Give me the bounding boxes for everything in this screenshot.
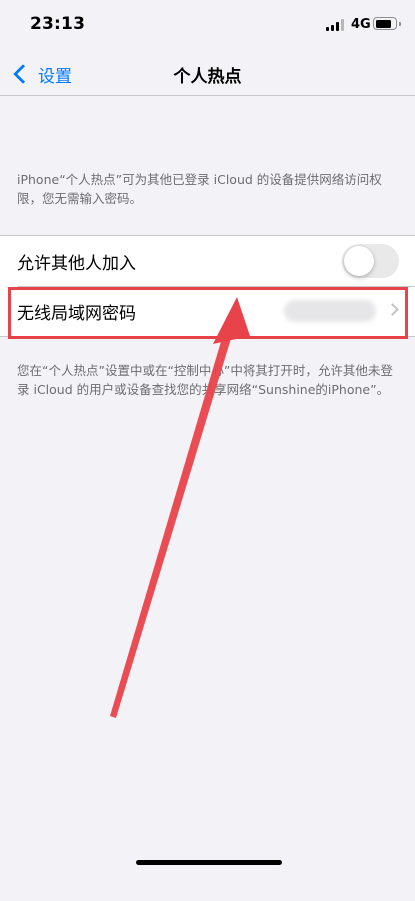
page-title: 个人热点	[173, 67, 242, 87]
annotation-arrow	[110, 297, 250, 718]
status-time: 23:13	[30, 14, 86, 34]
password-value-blurred	[284, 300, 376, 322]
allow-others-row: 允许其他人加入	[0, 236, 415, 287]
settings-group: 允许其他人加入 无线局域网密码	[0, 235, 415, 337]
home-indicator[interactable]	[136, 860, 282, 865]
battery-icon	[373, 17, 401, 30]
wifi-password-label: 无线局域网密码	[17, 303, 136, 324]
chevron-right-icon	[386, 303, 399, 316]
network-type: 4G	[351, 17, 371, 32]
status-bar: 23:13 4G	[0, 0, 415, 52]
allow-others-label: 允许其他人加入	[17, 253, 136, 274]
navigation-bar: 设置 个人热点	[0, 52, 415, 96]
screen: 23:13 4G 设置 个人热点 iPhone“个人热点”可为其他已登录 iCl…	[0, 0, 415, 901]
hotspot-description: iPhone“个人热点”可为其他已登录 iCloud 的设备提供网络访问权限，您…	[17, 172, 382, 206]
allow-others-toggle[interactable]	[342, 244, 399, 278]
toggle-knob	[344, 246, 374, 276]
cellular-signal-icon	[326, 19, 345, 31]
wifi-password-row[interactable]: 无线局域网密码	[0, 286, 415, 336]
hotspot-footer-note: 您在“个人热点”设置中或在“控制中心”中将其打开时，允许其他未登录 iCloud…	[17, 363, 393, 397]
